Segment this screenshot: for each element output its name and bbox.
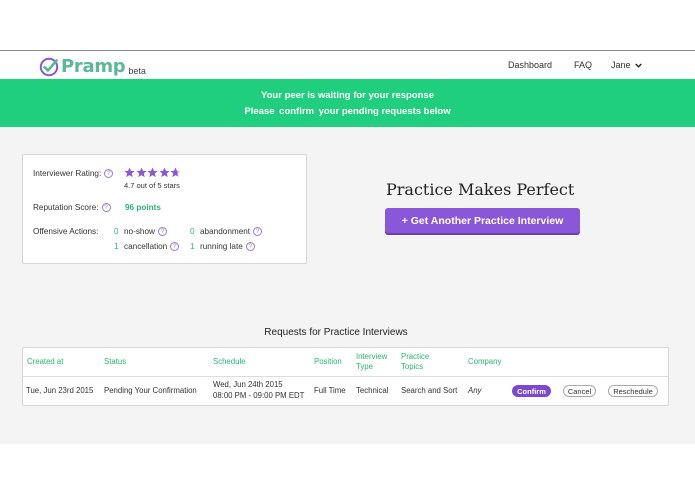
help-icon[interactable]: ?	[104, 169, 114, 179]
banner-message: Your peer is waiting for your response	[261, 90, 434, 101]
abandonment-row: abandonment?	[200, 227, 263, 237]
star-rating	[124, 167, 182, 178]
reschedule-button[interactable]: Reschedule	[608, 385, 658, 397]
cell-interview-type: Technical	[356, 386, 389, 395]
cell-created-at: Tue, Jun 23rd 2015	[26, 386, 94, 395]
beta-badge: beta	[128, 66, 146, 76]
header-divider	[23, 376, 668, 377]
interviewer-stats-card: Interviewer Rating:? 4.7 out of 5 stars …	[22, 154, 307, 264]
column-interview-type-line1: Interview	[356, 352, 388, 361]
user-menu[interactable]: Jane	[611, 60, 642, 70]
notification-banner: Your peer is waiting for your response P…	[0, 79, 695, 127]
banner-prefix: Please	[244, 106, 275, 117]
no-show-row: no-show?	[124, 227, 167, 237]
no-show-label: no-show	[124, 227, 155, 236]
star-icon	[170, 167, 181, 178]
star-icon	[124, 167, 135, 178]
abandonment-label: abandonment	[200, 227, 251, 236]
pramp-logo[interactable]: Pramp beta	[39, 55, 146, 77]
requests-table: Created at Status Schedule Position Inte…	[22, 347, 669, 406]
running-late-label: running late	[200, 242, 243, 251]
confirm-link[interactable]: confirm	[277, 106, 316, 117]
chevron-down-icon	[634, 63, 642, 68]
help-icon[interactable]: ?	[170, 242, 180, 252]
rating-label-row: Interviewer Rating:?	[33, 169, 114, 179]
column-practice-topics-line2: Topics	[401, 362, 424, 371]
cancellation-count: 1	[114, 242, 119, 251]
navbar: Pramp beta Dashboard FAQ Jane	[0, 51, 695, 79]
abandonment-count: 0	[190, 227, 195, 236]
nav-faq-link[interactable]: FAQ	[574, 60, 592, 70]
star-icon	[158, 167, 170, 178]
requests-title: Requests for Practice Interviews	[264, 327, 408, 338]
help-icon[interactable]: ?	[157, 227, 167, 237]
confirm-button[interactable]: Confirm	[512, 385, 551, 397]
cell-company: Any	[468, 386, 482, 395]
help-icon[interactable]: ?	[245, 242, 255, 252]
cancellation-row: cancellation?	[124, 242, 180, 252]
check-circle-icon	[39, 57, 59, 77]
hero-title: Practice Makes Perfect	[386, 180, 575, 199]
column-practice-topics-line1: Practice	[401, 352, 430, 361]
star-icon	[147, 167, 158, 178]
cell-schedule-time: 08:00 PM - 09:00 PM EDT	[213, 391, 305, 400]
column-company: Company	[468, 357, 502, 366]
get-practice-interview-button[interactable]: + Get Another Practice Interview	[385, 208, 580, 233]
running-late-count: 1	[190, 242, 195, 251]
column-schedule: Schedule	[213, 357, 246, 366]
offensive-label: Offensive Actions:	[33, 227, 99, 236]
reputation-label: Reputation Score:	[33, 203, 99, 212]
cancel-button[interactable]: Cancel	[563, 385, 596, 397]
reputation-score: 96 points	[125, 203, 161, 212]
help-icon[interactable]: ?	[101, 203, 111, 213]
no-show-count: 0	[114, 227, 119, 236]
banner-suffix: your pending requests below	[318, 106, 451, 117]
cell-status: Pending Your Confirmation	[104, 386, 197, 395]
column-interview-type-line2: Type	[356, 362, 373, 371]
help-icon[interactable]: ?	[253, 227, 263, 237]
star-icon	[135, 167, 147, 178]
reputation-label-row: Reputation Score:?	[33, 203, 111, 213]
logo-text: Pramp	[61, 56, 126, 77]
column-interview-type: Interview Type	[356, 352, 387, 372]
rating-text: 4.7 out of 5 stars	[124, 181, 180, 190]
cell-position: Full Time	[314, 386, 346, 395]
rating-label: Interviewer Rating:	[33, 169, 102, 178]
user-name: Jane	[611, 60, 631, 70]
page: Pramp beta Dashboard FAQ Jane Your peer …	[0, 0, 695, 494]
cell-schedule-date: Wed, Jun 24th 2015	[213, 380, 283, 389]
column-status: Status	[104, 357, 127, 366]
running-late-row: running late?	[200, 242, 255, 252]
column-position: Position	[314, 357, 342, 366]
nav-dashboard-link[interactable]: Dashboard	[508, 60, 552, 70]
column-practice-topics: Practice Topics	[401, 352, 429, 372]
cell-practice-topics: Search and Sort	[401, 386, 458, 395]
banner-instruction: Please confirm your pending requests bel…	[0, 106, 695, 117]
column-created-at: Created at	[27, 357, 64, 366]
cancellation-label: cancellation	[124, 242, 168, 251]
